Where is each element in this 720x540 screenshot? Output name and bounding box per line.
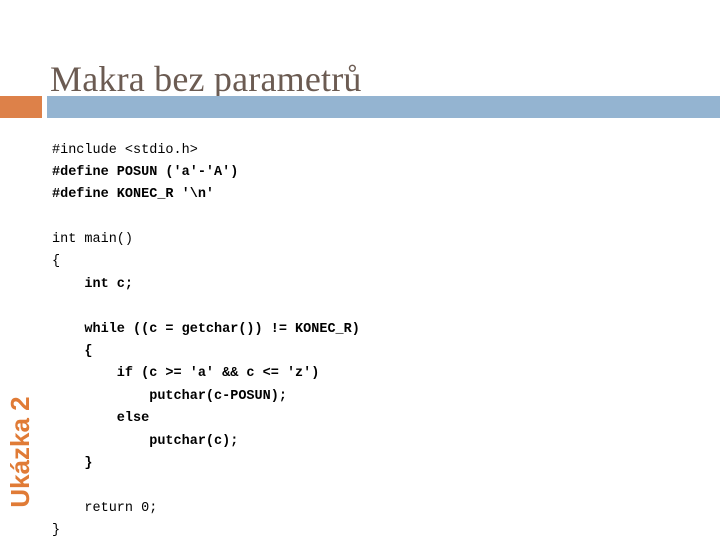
code-line: { <box>52 344 93 360</box>
code-line: putchar(c-POSUN); <box>52 388 287 404</box>
code-line: } <box>52 455 93 471</box>
code-line: #define KONEC_R '\n' <box>52 187 215 203</box>
accent-bar-blue <box>47 96 720 118</box>
code-line: #include <stdio.h> <box>52 142 198 158</box>
accent-bar-orange <box>0 96 42 118</box>
code-listing: #include <stdio.h> #define POSUN ('a'-'A'… <box>52 140 692 540</box>
side-label-text: Ukázka 2 <box>5 396 35 508</box>
code-line: if (c >= 'a' && c <= 'z') <box>52 366 320 382</box>
slide-canvas: Makra bez parametrů Ukázka 2 #include <s… <box>0 0 720 540</box>
code-line: } <box>52 523 61 539</box>
code-line: return 0; <box>52 500 158 516</box>
code-line: int main() <box>52 232 134 248</box>
code-line: { <box>52 254 61 270</box>
page-title: Makra bez parametrů <box>50 59 362 100</box>
code-line: while ((c = getchar()) != KONEC_R) <box>52 321 360 337</box>
code-line: else <box>52 411 150 427</box>
code-line: putchar(c); <box>52 433 239 449</box>
code-line: #define POSUN ('a'-'A') <box>52 164 239 180</box>
code-line: int c; <box>52 276 134 292</box>
side-label-container: Ukázka 2 <box>0 360 40 540</box>
